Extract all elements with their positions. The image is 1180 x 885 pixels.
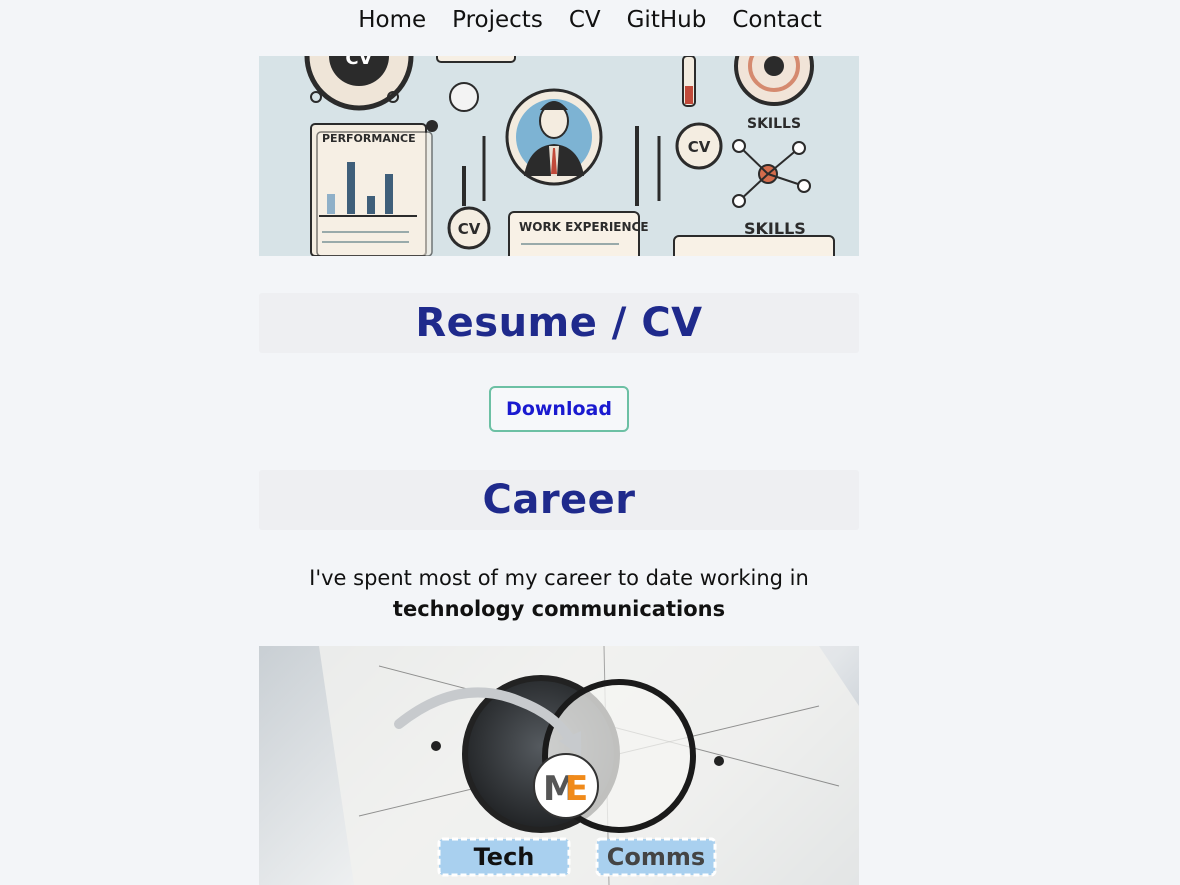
career-text-line: I've spent most of my career to date wor… <box>309 566 809 591</box>
venn-comms-label: Comms <box>607 843 705 871</box>
nav-cv[interactable]: CV <box>556 0 614 40</box>
main-nav: Home Projects CV GitHub Contact <box>0 0 1180 40</box>
resume-illustration: CV PERFORMANCE CV CV WORK EXPERIENCE SKI… <box>259 56 859 256</box>
resume-section-title: Resume / CV <box>259 293 859 353</box>
career-text-bold: technology communications <box>392 597 726 622</box>
resume-hero-image: CV PERFORMANCE CV CV WORK EXPERIENCE SKI… <box>259 56 859 256</box>
nav-home[interactable]: Home <box>345 0 439 40</box>
hero-cv-label-2: CV <box>458 220 481 238</box>
nav-projects[interactable]: Projects <box>439 0 556 40</box>
logo-letter-e: E <box>565 769 588 809</box>
download-wrap: Download <box>259 386 859 433</box>
nav-github[interactable]: GitHub <box>614 0 720 40</box>
career-venn-image: M E Tech Comms <box>259 646 859 885</box>
nav-contact[interactable]: Contact <box>719 0 834 40</box>
venn-illustration: M E Tech Comms <box>319 646 859 885</box>
main-content: CV PERFORMANCE CV CV WORK EXPERIENCE SKI… <box>259 56 859 885</box>
download-button[interactable]: Download <box>489 386 629 433</box>
hero-skills-bottom-label: SKILLS <box>744 219 806 238</box>
hero-work-experience-label: WORK EXPERIENCE <box>519 220 649 234</box>
career-section-title: Career <box>259 470 859 531</box>
venn-tech-label: Tech <box>474 843 535 871</box>
hero-skills-top-label: SKILLS <box>747 116 801 132</box>
career-description: I've spent most of my career to date wor… <box>259 563 859 625</box>
hero-cv-label-3: CV <box>688 138 711 156</box>
hero-cv-label-1: CV <box>345 56 372 69</box>
hero-performance-label: PERFORMANCE <box>322 132 416 145</box>
